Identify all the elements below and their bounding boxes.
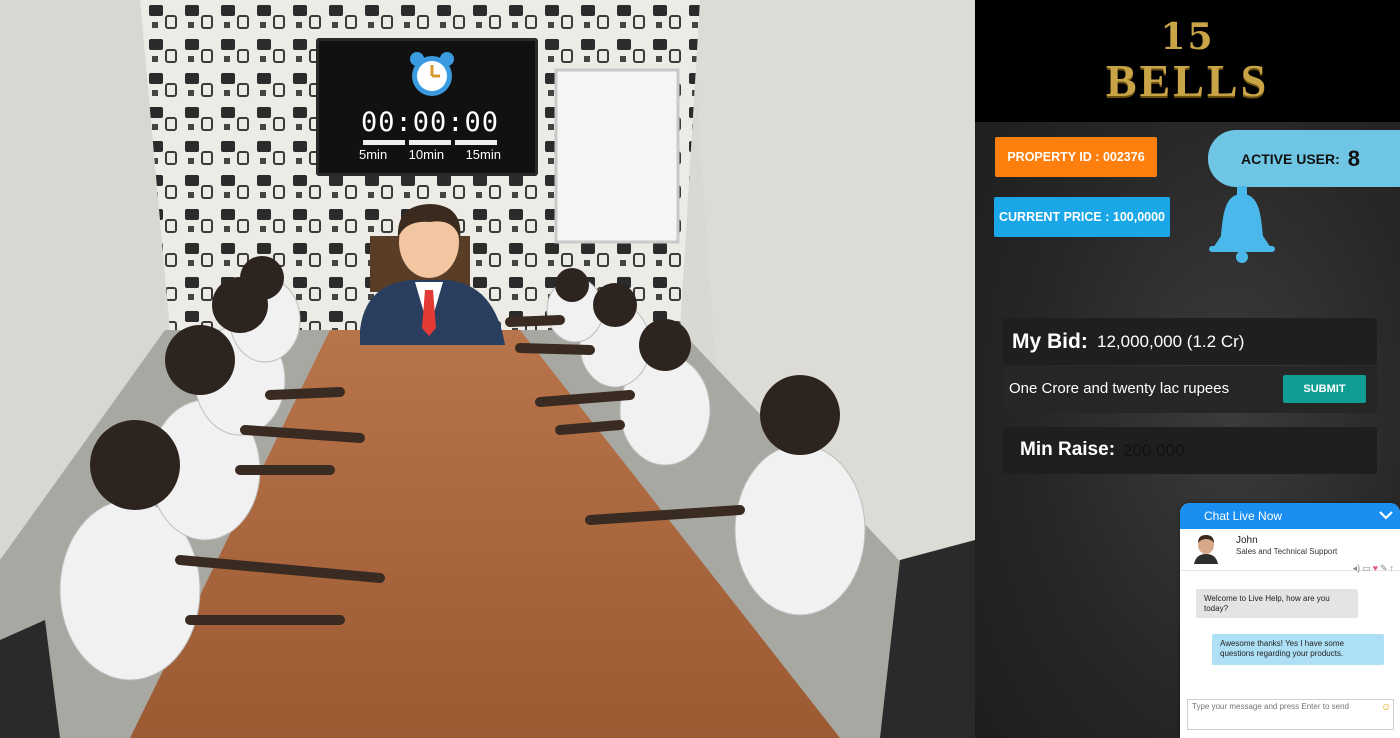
property-id-badge: PROPERTY ID : 002376 bbox=[995, 137, 1157, 177]
window-icon[interactable]: ▭ bbox=[1362, 563, 1371, 574]
my-bid-value[interactable]: 12,000,000 (1.2 Cr) bbox=[1097, 332, 1244, 352]
meeting-room-scene: 00:00:00 5min 10min 15min bbox=[0, 0, 975, 738]
min-raise-value: 200,000 bbox=[1123, 441, 1185, 460]
active-user-badge: ACTIVE USER: 8 bbox=[1208, 130, 1400, 187]
min-raise-row: Min Raise: 200,000 bbox=[1003, 427, 1377, 474]
logo-bar: 15 BELLS bbox=[975, 0, 1400, 122]
agent-role: Sales and Technical Support bbox=[1236, 547, 1338, 556]
submit-bid-button[interactable]: SUBMIT bbox=[1283, 375, 1366, 403]
min-raise-label: Min Raise: bbox=[1020, 439, 1116, 460]
settings-icon[interactable]: ✎ bbox=[1380, 563, 1388, 574]
sound-icon[interactable]: ◂) bbox=[1353, 563, 1361, 574]
my-bid-label: My Bid: bbox=[1012, 330, 1088, 353]
bell-icon[interactable] bbox=[1207, 186, 1277, 264]
preset-bars bbox=[363, 140, 497, 145]
agent-avatar bbox=[1194, 535, 1218, 564]
chat-message-user: Awesome thanks! Yes I have some question… bbox=[1212, 634, 1384, 665]
preset-10min[interactable]: 10min bbox=[409, 147, 444, 162]
auction-panel: 15 BELLS PROPERTY ID : 002376 CURRENT PR… bbox=[975, 0, 1400, 738]
timer-presets: 5min 10min 15min bbox=[359, 147, 501, 162]
chat-message-input[interactable] bbox=[1187, 699, 1394, 730]
current-price-badge: CURRENT PRICE : 100,0000 bbox=[994, 197, 1170, 237]
logo-number: 15 bbox=[1160, 16, 1215, 58]
chat-toolbar: ◂) ▭ ♥ ✎ ↑ bbox=[1353, 563, 1394, 574]
chevron-down-icon[interactable] bbox=[1378, 507, 1394, 523]
chat-header[interactable]: Chat Live Now bbox=[1180, 503, 1400, 529]
live-chat-widget: Chat Live Now John Sales and Technical S… bbox=[1180, 503, 1400, 738]
preset-15min[interactable]: 15min bbox=[466, 147, 501, 162]
countdown-display: 00:00:00 bbox=[360, 107, 500, 138]
preset-5min[interactable]: 5min bbox=[359, 147, 387, 162]
bid-words-row: One Crore and twenty lac rupees SUBMIT bbox=[1003, 366, 1377, 413]
active-user-label: ACTIVE USER: bbox=[1241, 150, 1340, 167]
tv-timer-screen: 00:00:00 5min 10min 15min bbox=[316, 38, 538, 176]
heart-icon[interactable]: ♥ bbox=[1373, 563, 1378, 574]
active-user-count: 8 bbox=[1347, 145, 1361, 171]
alarm-clock-icon bbox=[410, 52, 454, 96]
my-bid-row: My Bid: 12,000,000 (1.2 Cr) bbox=[1003, 318, 1377, 365]
logo-word: BELLS bbox=[1105, 55, 1270, 106]
emoji-icon[interactable]: ☺ bbox=[1381, 702, 1391, 713]
chat-header-title: Chat Live Now bbox=[1204, 509, 1283, 523]
bid-in-words: One Crore and twenty lac rupees bbox=[1009, 380, 1230, 397]
popout-icon[interactable]: ↑ bbox=[1390, 563, 1395, 574]
agent-name: John bbox=[1236, 535, 1258, 546]
chat-message-agent: Welcome to Live Help, how are you today? bbox=[1196, 589, 1358, 618]
